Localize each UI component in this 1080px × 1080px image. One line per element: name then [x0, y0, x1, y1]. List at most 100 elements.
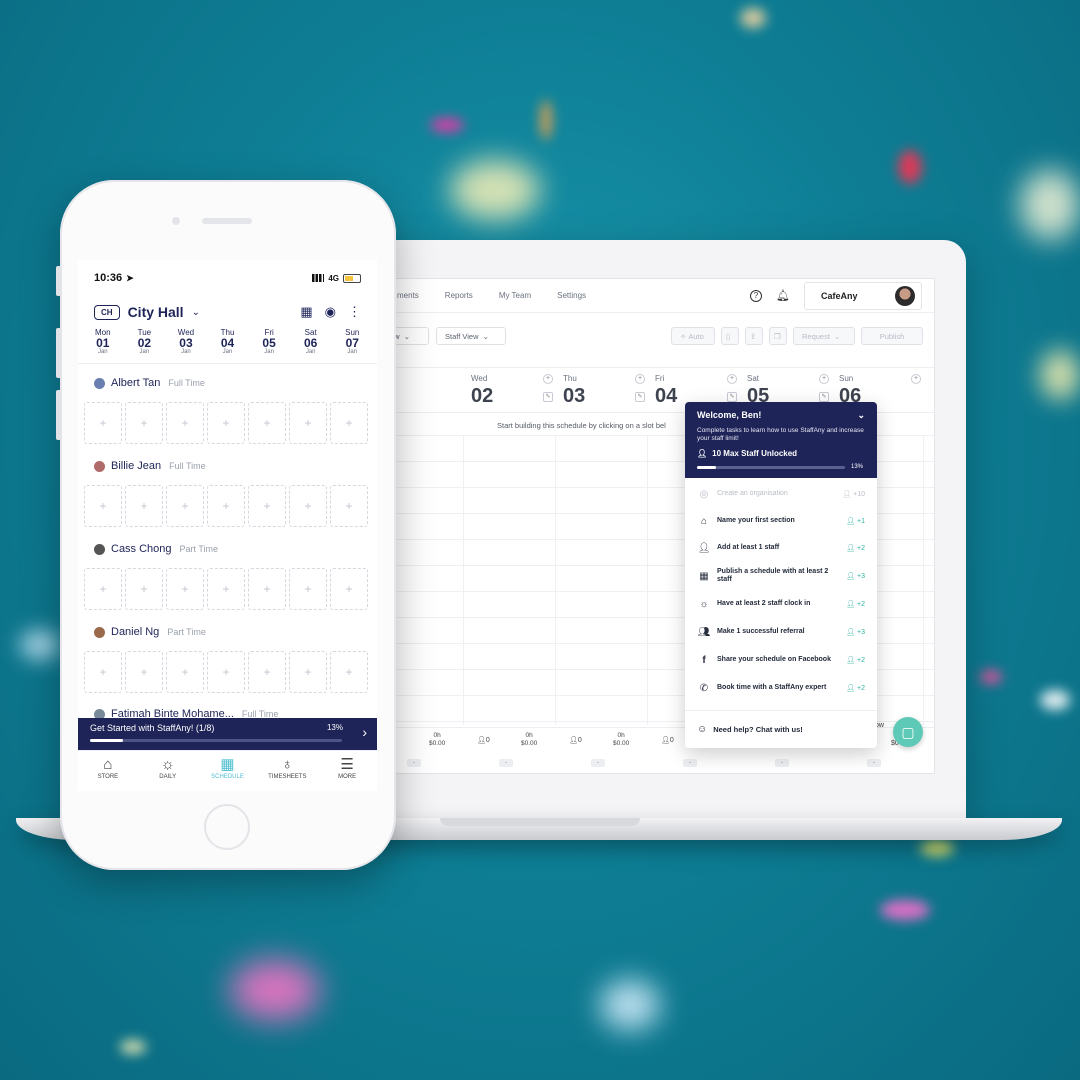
week-day[interactable]: Tue 02 Jan: [124, 328, 166, 363]
add-shift-slot[interactable]: +: [330, 402, 368, 444]
bell-icon[interactable]: 🔔︎: [776, 289, 790, 302]
facebook-icon: f: [702, 654, 706, 666]
week-day[interactable]: Mon 01 Jan: [82, 328, 124, 363]
edit-icon[interactable]: ✎: [727, 392, 737, 402]
add-shift-slot[interactable]: +: [125, 485, 163, 527]
task-publish-schedule[interactable]: ▦ Publish a schedule with at least 2 sta…: [685, 564, 877, 588]
copy-button[interactable]: ❐: [769, 327, 787, 345]
tab-schedule[interactable]: ▦ SCHEDULE: [198, 751, 258, 791]
add-shift-slot[interactable]: +: [289, 402, 327, 444]
week-strip: Mon 01 Jan Tue 02 Jan Wed 03 Jan Thu 04 Jan Fri 0…: [78, 328, 377, 364]
staff-name[interactable]: Billie Jean: [111, 460, 161, 472]
publish-button[interactable]: Publish: [861, 327, 923, 345]
calendar-icon[interactable]: ▦: [300, 304, 312, 320]
location-name[interactable]: City Hall: [128, 304, 184, 320]
nav-item-documents[interactable]: ments: [397, 291, 419, 300]
help-chat-link[interactable]: ☺ Need help? Chat with us!: [685, 710, 877, 748]
nav-item-reports[interactable]: Reports: [445, 291, 473, 300]
confetti: [600, 980, 660, 1030]
more-vertical-icon[interactable]: ⋮: [348, 304, 361, 320]
add-shift-slot[interactable]: +: [125, 402, 163, 444]
staff-name[interactable]: Daniel Ng: [111, 626, 159, 638]
add-shift-icon[interactable]: +: [635, 374, 645, 384]
users-icon: 👥︎: [697, 626, 711, 638]
home-button[interactable]: [204, 804, 250, 850]
add-shift-icon[interactable]: +: [543, 374, 553, 384]
chevron-right-icon[interactable]: ›: [362, 724, 367, 740]
add-shift-slot[interactable]: +: [84, 651, 122, 693]
edit-icon[interactable]: ✎: [543, 392, 553, 402]
add-shift-slot[interactable]: +: [248, 568, 286, 610]
tab-more[interactable]: ☰ MORE: [317, 751, 377, 791]
delete-button[interactable]: ▯: [721, 327, 739, 345]
add-shift-slot[interactable]: +: [207, 651, 245, 693]
auto-button[interactable]: ✧ Auto: [671, 327, 715, 345]
nav-item-settings[interactable]: Settings: [557, 291, 586, 300]
staff-row: Billie Jean Full Time + + + + + + +: [78, 453, 377, 535]
task-add-staff[interactable]: 👤︎ Add at least 1 staff 👤︎ +2: [685, 536, 877, 560]
task-create-organisation[interactable]: ◎ Create an organisation 👤︎ +10: [685, 482, 877, 506]
add-shift-slot[interactable]: +: [289, 485, 327, 527]
add-shift-slot[interactable]: +: [125, 568, 163, 610]
chevron-down-icon[interactable]: ⌄: [857, 410, 865, 421]
add-shift-slot[interactable]: +: [330, 485, 368, 527]
add-shift-slot[interactable]: +: [207, 485, 245, 527]
add-shift-icon[interactable]: +: [911, 374, 921, 384]
staff-name[interactable]: Albert Tan: [111, 377, 160, 389]
add-shift-slot[interactable]: +: [248, 651, 286, 693]
staff-name[interactable]: Cass Chong: [111, 543, 172, 555]
add-shift-slot[interactable]: +: [207, 568, 245, 610]
reward-badge: 👤︎ +2: [846, 656, 865, 665]
week-day[interactable]: Wed 03 Jan: [165, 328, 207, 363]
tab-daily[interactable]: ☼ DAILY: [138, 751, 198, 791]
chat-launcher-icon[interactable]: ▢: [893, 717, 923, 747]
add-shift-slot[interactable]: +: [166, 568, 204, 610]
add-shift-slot[interactable]: +: [289, 568, 327, 610]
staff-view-select[interactable]: Staff View ⌄: [436, 327, 506, 345]
avatar[interactable]: [895, 285, 915, 306]
edit-icon[interactable]: ✎: [819, 392, 829, 402]
add-shift-slot[interactable]: +: [166, 402, 204, 444]
help-icon[interactable]: ?: [750, 289, 763, 302]
task-clock-in[interactable]: ☼ Have at least 2 staff clock in 👤︎ +2: [685, 592, 877, 616]
add-shift-slot[interactable]: +: [84, 568, 122, 610]
add-shift-slot[interactable]: +: [166, 651, 204, 693]
add-shift-slot[interactable]: +: [330, 651, 368, 693]
schedule-toolbar: ow ⌄ Staff View ⌄ ✧ Auto ▯ ⇪ ❐ Request ⌄…: [381, 327, 934, 347]
add-shift-slot[interactable]: +: [248, 402, 286, 444]
add-shift-slot[interactable]: +: [125, 651, 163, 693]
task-name-section[interactable]: ⌂ Name your first section 👤︎ +1: [685, 509, 877, 533]
check-circle-icon: ◎: [699, 488, 709, 500]
confetti: [898, 150, 922, 184]
tab-store[interactable]: ⌂ STORE: [78, 751, 138, 791]
task-share-facebook[interactable]: f Share your schedule on Facebook 👤︎ +2: [685, 648, 877, 672]
add-shift-slot[interactable]: +: [166, 485, 204, 527]
get-started-banner[interactable]: Get Started with StaffAny! (1/8) 13% ›: [78, 718, 377, 750]
export-button[interactable]: ⇪: [745, 327, 763, 345]
add-shift-slot[interactable]: +: [84, 402, 122, 444]
add-shift-slot[interactable]: +: [248, 485, 286, 527]
chevron-down-icon[interactable]: ⌄: [192, 307, 200, 318]
add-shift-slot[interactable]: +: [330, 568, 368, 610]
week-day[interactable]: Sat 06 Jan: [290, 328, 332, 363]
nav-item-my-team[interactable]: My Team: [499, 291, 531, 300]
get-started-pct: 13%: [326, 723, 343, 732]
task-book-expert[interactable]: ✆ Book time with a StaffAny expert 👤︎ +2: [685, 676, 877, 700]
week-day[interactable]: Fri 05 Jan: [248, 328, 290, 363]
add-shift-slot[interactable]: +: [207, 402, 245, 444]
add-shift-slot[interactable]: +: [289, 651, 327, 693]
location-header: CH City Hall ⌄ ▦ ◉ ⋮: [78, 296, 377, 328]
edit-icon[interactable]: ✎: [635, 392, 645, 402]
add-shift-icon[interactable]: +: [727, 374, 737, 384]
week-day[interactable]: Thu 04 Jan: [207, 328, 249, 363]
eye-icon[interactable]: ◉: [325, 304, 336, 320]
task-referral[interactable]: 👥︎ Make 1 successful referral 👤︎ +3: [685, 620, 877, 644]
tab-timesheets[interactable]: ♁ TIMESHEETS: [257, 751, 317, 791]
add-shift-icon[interactable]: +: [819, 374, 829, 384]
week-day[interactable]: Sun 07 Jan: [331, 328, 373, 363]
store-switcher[interactable]: CafeAny: [804, 281, 922, 310]
add-shift-slot[interactable]: +: [84, 485, 122, 527]
reward-badge: 👤︎ +1: [846, 517, 865, 526]
request-select[interactable]: Request ⌄: [793, 327, 855, 345]
reward-badge: 👤︎ +2: [846, 544, 865, 553]
